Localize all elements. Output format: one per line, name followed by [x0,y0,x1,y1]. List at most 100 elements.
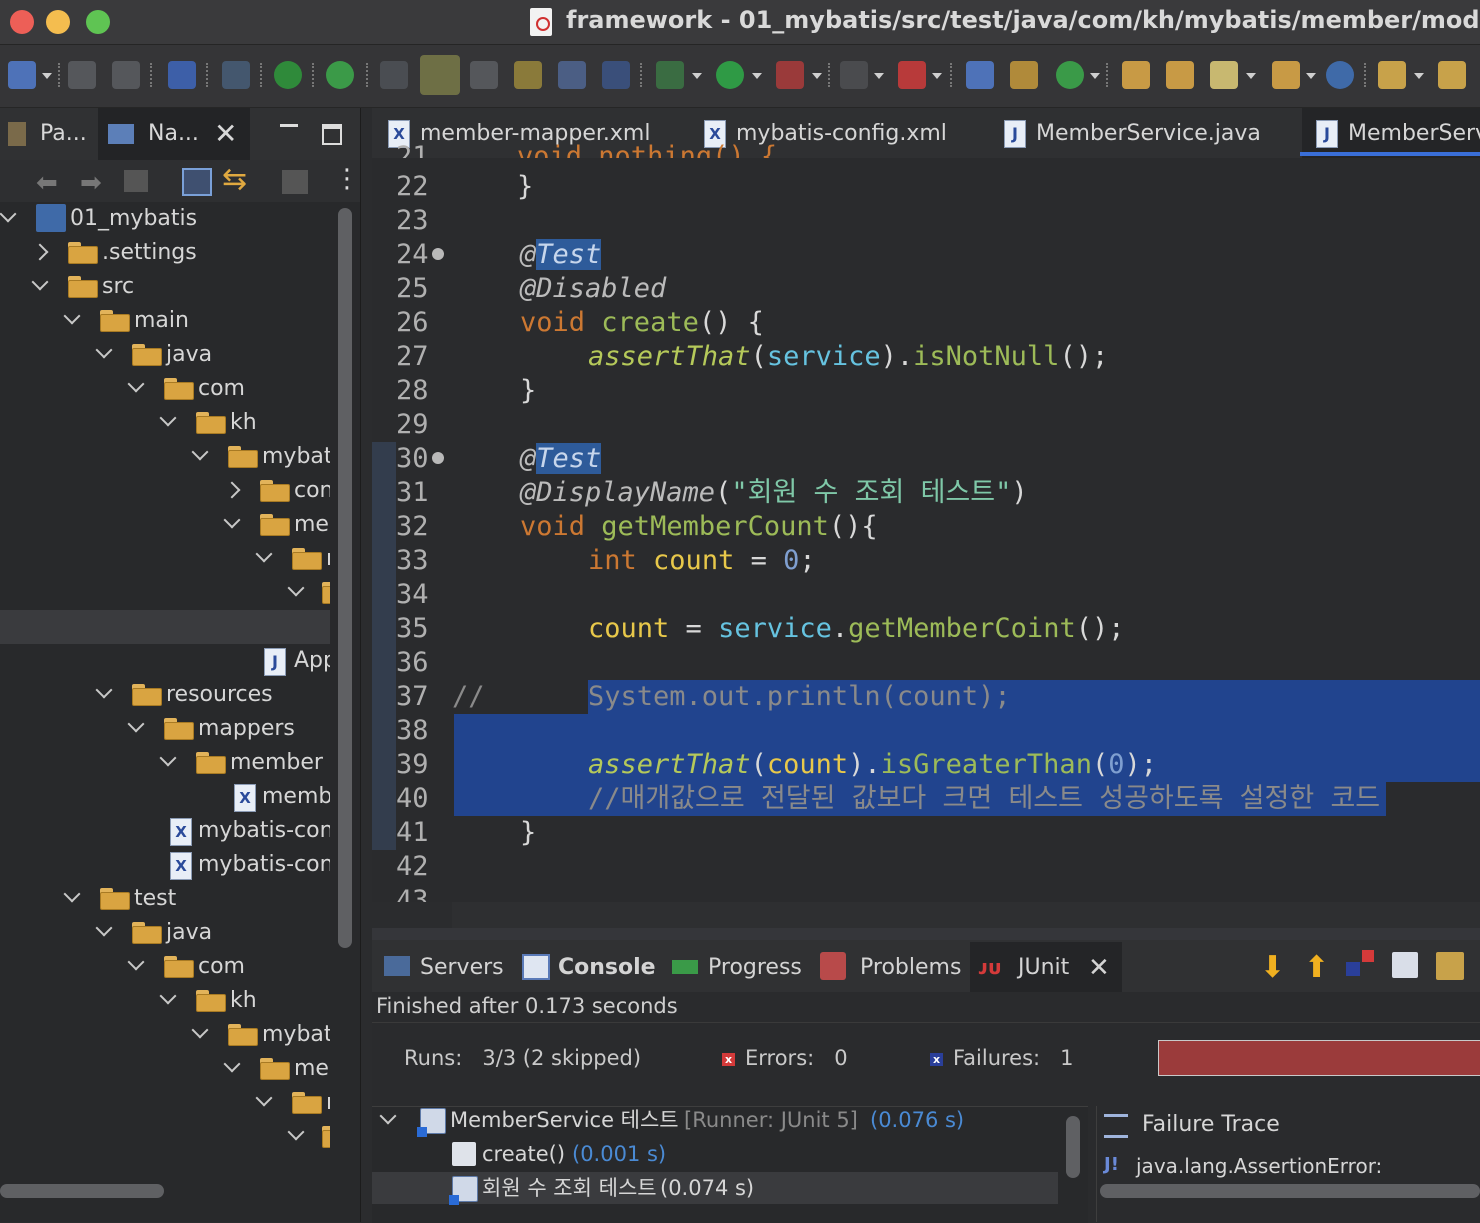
debug-dropdown-icon[interactable] [692,73,702,79]
tree-item[interactable]: com [0,950,330,984]
failure-trace-line[interactable]: java.lang.AssertionError: [1136,1154,1382,1178]
minimize-window-button[interactable] [46,10,70,34]
tree-item[interactable]: member [0,746,330,780]
test-item[interactable]: create() (0.001 s) [372,1138,1062,1170]
view-menu-icon[interactable]: ⋮ [334,164,360,194]
tree-item[interactable]: mer [0,1052,330,1086]
tree-item[interactable]: J App [0,644,330,678]
tab-navigator[interactable]: Na... ✕ [98,108,250,160]
test-tree-root[interactable]: MemberService 테스트 [Runner: JUnit 5] (0.0… [372,1104,1062,1137]
rerun-test-icon[interactable] [1392,952,1418,978]
stop-dropdown-icon[interactable] [874,73,884,79]
close-icon[interactable]: ✕ [1088,940,1110,996]
tree-item[interactable]: mer [0,508,330,542]
forward-icon[interactable]: ➡ [80,168,102,198]
show-failures-only-icon[interactable] [1346,962,1360,976]
tree-item[interactable]: mappers [0,712,330,746]
search-dropdown-icon[interactable] [1246,73,1256,79]
tree-item[interactable]: r [0,1086,330,1120]
toggle-block-icon[interactable] [470,61,498,89]
server-start-icon[interactable] [274,61,302,89]
run-icon[interactable] [716,61,744,89]
tree-item[interactable]: resources [0,678,330,712]
tree-item[interactable]: con [0,474,330,508]
new-icon[interactable] [8,61,36,89]
next-annotation-dropdown-icon[interactable] [1414,73,1424,79]
external-tools-dropdown-icon[interactable] [932,73,942,79]
filters-icon[interactable] [282,170,308,194]
tree-item[interactable]: kh [0,984,330,1018]
previous-annotation-icon[interactable] [1438,61,1466,89]
word-wrap-icon[interactable] [514,61,542,89]
tab-package-explorer[interactable]: Pa... [0,108,98,160]
search-icon[interactable] [1210,61,1238,89]
tree-item[interactable]: X mybatis-con [0,848,330,882]
open-type-icon[interactable] [380,61,408,89]
save-all-icon[interactable] [112,61,140,89]
new-package-icon[interactable] [1010,61,1038,89]
maximize-icon[interactable] [322,124,342,145]
navigator-vertical-scrollbar[interactable] [338,208,352,948]
test-item[interactable]: 회원 수 조회 테스트 (0.074 s) [372,1172,1058,1205]
new-java-project-icon[interactable] [966,61,994,89]
link-with-editor-icon[interactable]: ⇆ [222,162,247,197]
tree-item[interactable]: 01_mybatis [0,202,330,236]
new-class-dropdown-icon[interactable] [1090,73,1100,79]
tree-item[interactable]: mybati [0,1018,330,1052]
fold-collapse-icon[interactable] [432,248,444,260]
fold-collapse-icon[interactable] [432,452,444,464]
tree-item[interactable]: test [0,882,330,916]
close-icon[interactable]: ✕ [214,108,237,160]
show-whitespace-icon[interactable] [602,61,630,89]
save-icon[interactable] [68,61,96,89]
tree-item[interactable]: X memb [0,780,330,814]
collapse-all-icon[interactable] [182,168,212,196]
web-browser-icon[interactable] [1326,61,1354,89]
new-dropdown-icon[interactable] [42,73,52,79]
run-dropdown-icon[interactable] [752,73,762,79]
tree-item[interactable] [0,576,330,610]
show-skipped-icon[interactable] [1362,950,1374,962]
task-icon[interactable] [1272,61,1300,89]
task-dropdown-icon[interactable] [1306,73,1316,79]
zoom-window-button[interactable] [86,10,110,34]
up-icon[interactable] [124,170,148,192]
tree-item[interactable]: java [0,338,330,372]
block-selection-icon[interactable] [558,61,586,89]
tab-memberservice-test-java[interactable]: J MemberServ [1302,108,1480,158]
next-failure-icon[interactable]: ⬇ [1260,950,1285,985]
tree-item[interactable]: kh [0,406,330,440]
debug-icon[interactable] [656,61,684,89]
tab-memberservice-java[interactable]: J MemberService.java [1002,108,1292,158]
minimize-icon[interactable] [280,124,298,127]
tree-item[interactable]: .settings [0,236,330,270]
scroll-lock-icon[interactable] [1436,952,1464,980]
spring-update-icon[interactable] [326,61,354,89]
navigator-horizontal-scrollbar[interactable] [0,1184,164,1198]
terminal-icon[interactable] [168,61,196,89]
tree-item[interactable]: r [0,542,330,576]
mark-occurrences-icon[interactable] [420,55,460,95]
tree-item[interactable]: mybati [0,440,330,474]
editor-horizontal-scrollbar[interactable] [452,902,1480,928]
new-class-icon[interactable] [1056,61,1084,89]
back-icon[interactable]: ⬅ [36,168,58,198]
tree-item[interactable]: com [0,372,330,406]
tree-item[interactable]: main [0,304,330,338]
previous-failure-icon[interactable]: ⬆ [1304,950,1329,985]
coverage-icon[interactable] [776,61,804,89]
stop-icon[interactable] [840,61,868,89]
failure-trace-scrollbar[interactable] [1100,1184,1480,1198]
open-file-icon[interactable] [1166,61,1194,89]
tree-item[interactable]: X mybatis-con [0,814,330,848]
next-annotation-icon[interactable] [1378,61,1406,89]
close-window-button[interactable] [10,10,34,34]
open-folder-icon[interactable] [1122,61,1150,89]
test-tree-scrollbar[interactable] [1066,1116,1080,1178]
external-tools-icon[interactable] [898,61,926,89]
tree-item[interactable] [0,1120,330,1154]
tree-item[interactable]: java [0,916,330,950]
tree-item[interactable]: src [0,270,330,304]
coverage-dropdown-icon[interactable] [812,73,822,79]
skip-breakpoints-icon[interactable] [222,61,250,89]
